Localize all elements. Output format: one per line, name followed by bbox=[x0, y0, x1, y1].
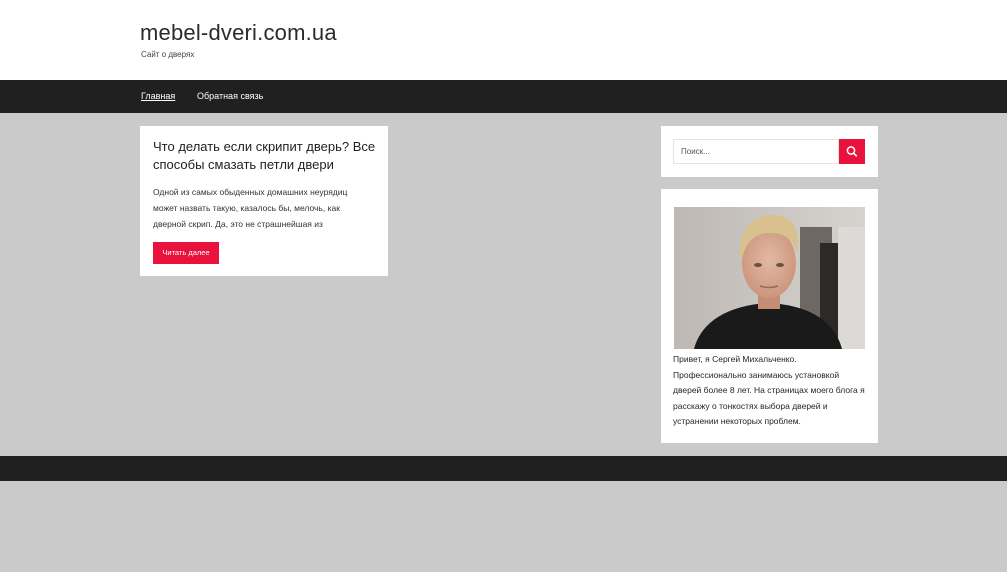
author-bio: Привет, я Сергей Михальченко. Профессион… bbox=[673, 354, 865, 426]
author-photo bbox=[674, 207, 865, 349]
post-card: Что делать если скрипит дверь? Все спосо… bbox=[140, 126, 388, 276]
post-excerpt: Одной из самых обыденных домашних неуряд… bbox=[153, 187, 348, 229]
search-button[interactable] bbox=[839, 139, 865, 164]
site-title[interactable]: mebel-dveri.com.ua bbox=[140, 20, 337, 46]
site-description: Сайт о дверях bbox=[141, 50, 195, 59]
about-widget: Привет, я Сергей Михальченко. Профессион… bbox=[661, 189, 878, 443]
site-footer bbox=[0, 456, 1007, 481]
search-input[interactable]: Поиск... bbox=[673, 139, 839, 164]
main-navigation: Главная Обратная связь bbox=[0, 80, 1007, 113]
search-icon bbox=[846, 146, 858, 157]
read-more-button[interactable]: Читать далее bbox=[153, 242, 219, 264]
nav-item-home[interactable]: Главная bbox=[141, 91, 175, 101]
site-header: mebel-dveri.com.ua Сайт о дверях bbox=[0, 0, 1007, 80]
post-title[interactable]: Что делать если скрипит дверь? Все спосо… bbox=[153, 138, 378, 174]
search-widget: Поиск... bbox=[661, 126, 878, 177]
nav-item-feedback[interactable]: Обратная связь bbox=[197, 91, 263, 101]
